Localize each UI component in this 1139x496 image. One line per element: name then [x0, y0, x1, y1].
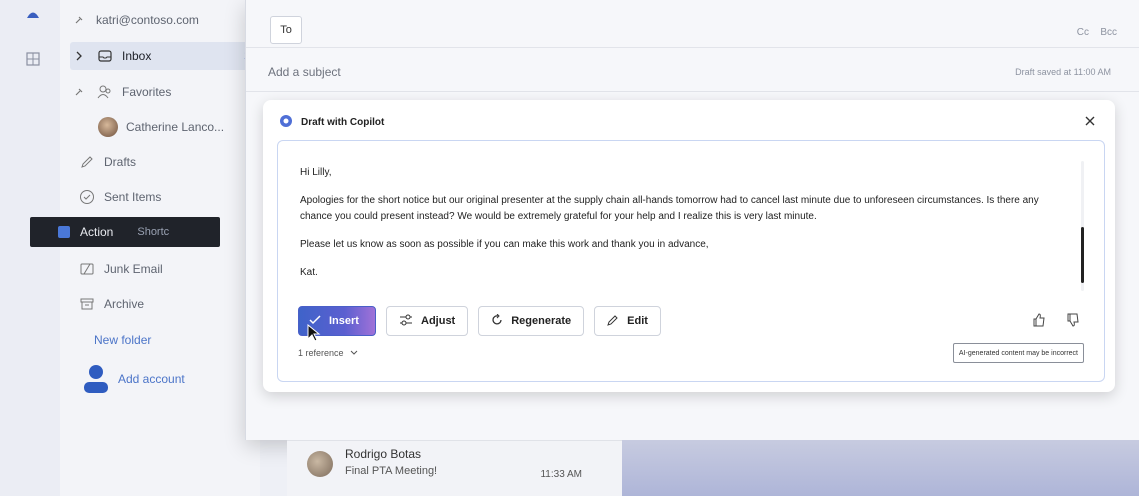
inbox-icon: [96, 47, 114, 65]
pin-icon: [70, 83, 88, 101]
folder-drafts[interactable]: Drafts: [78, 148, 250, 176]
scrollbar-thumb[interactable]: [1081, 227, 1084, 283]
thumbs-up-icon[interactable]: [1030, 311, 1048, 329]
copilot-header: Draft with Copilot: [279, 114, 384, 131]
folder-inbox-label: Inbox: [122, 49, 152, 63]
subject-row[interactable]: Add a subject Draft saved at 11:00 AM: [246, 52, 1139, 92]
draft-signature: Kat.: [300, 267, 318, 278]
favorite-contact-catherine[interactable]: Catherine Lanco...: [98, 113, 250, 141]
action-icon: [58, 226, 70, 238]
folder-pane: katri@contoso.com Inbox 1 Favorites Cath…: [60, 0, 260, 496]
mail-icon[interactable]: [22, 4, 44, 26]
folder-inbox[interactable]: Inbox 1: [70, 42, 250, 70]
message-list-item[interactable]: Rodrigo Botas Final PTA Meeting! 11:33 A…: [287, 440, 622, 496]
archive-icon: [78, 295, 96, 313]
sender-avatar: [307, 451, 333, 477]
reading-pane-background: [622, 440, 1139, 496]
folder-junk-label: Junk Email: [104, 262, 163, 276]
folder-favorites[interactable]: Favorites: [70, 78, 250, 106]
subject-input[interactable]: Add a subject: [268, 65, 341, 79]
draft-closing: Please let us know as soon as possible i…: [300, 239, 709, 250]
message-sender: Rodrigo Botas: [345, 447, 422, 461]
regenerate-label: Regenerate: [511, 315, 572, 327]
close-icon[interactable]: [1081, 112, 1099, 130]
account-header[interactable]: katri@contoso.com: [70, 6, 250, 34]
refresh-icon: [491, 313, 503, 329]
add-account-label: Add account: [118, 372, 185, 386]
to-button[interactable]: To: [270, 16, 302, 44]
feedback-buttons: [1030, 311, 1082, 329]
contact-name: Catherine Lanco...: [126, 120, 225, 134]
sliders-icon: [399, 314, 413, 329]
app-rail: [0, 0, 60, 496]
folder-sent-items[interactable]: Sent Items: [78, 183, 250, 211]
person-icon: [82, 363, 110, 395]
sent-check-icon: [78, 188, 96, 206]
folder-favorites-label: Favorites: [122, 85, 172, 99]
people-icon: [96, 83, 114, 101]
pin-icon: [70, 11, 88, 29]
new-folder-label: New folder: [94, 333, 152, 347]
draft-greeting: Hi Lilly,: [300, 167, 332, 178]
folder-action[interactable]: Action Shortc: [30, 217, 220, 247]
reference-toggle[interactable]: 1 reference: [298, 348, 358, 358]
folder-drafts-label: Drafts: [104, 155, 137, 169]
mouse-cursor-icon: [307, 323, 321, 342]
contact-avatar: [98, 117, 118, 137]
compose-window: To Cc Bcc Add a subject Draft saved at 1…: [245, 0, 1139, 440]
pencil-icon: [78, 153, 96, 171]
draft-text: Hi Lilly, Apologies for the short notice…: [300, 165, 1060, 293]
action-shortcut: Shortc: [137, 226, 170, 238]
new-folder-link[interactable]: New folder: [94, 326, 250, 354]
chevron-down-icon: [350, 348, 358, 358]
folder-archive[interactable]: Archive: [78, 290, 250, 318]
draft-saved-status: Draft saved at 11:00 AM: [1015, 67, 1111, 77]
bcc-button[interactable]: Bcc: [1100, 27, 1117, 38]
to-row: To Cc Bcc: [246, 12, 1139, 48]
message-subject: Final PTA Meeting!: [345, 465, 438, 477]
reference-label: 1 reference: [298, 348, 344, 358]
copilot-title: Draft with Copilot: [301, 117, 385, 128]
account-email: katri@contoso.com: [96, 13, 199, 27]
edit-label: Edit: [627, 315, 648, 327]
copilot-icon: [279, 114, 293, 131]
draft-body: Apologies for the short notice but our o…: [300, 195, 1039, 222]
message-time: 11:33 AM: [540, 469, 582, 480]
junk-icon: [78, 260, 96, 278]
pencil-icon: [607, 314, 619, 329]
folder-archive-label: Archive: [104, 297, 145, 311]
apps-grid-icon[interactable]: [22, 48, 44, 70]
add-account-button[interactable]: Add account: [82, 362, 250, 396]
insert-label: Insert: [329, 315, 359, 327]
copilot-actions: Insert Adjust Regenerate Edit: [298, 306, 661, 336]
adjust-button[interactable]: Adjust: [386, 306, 469, 336]
draft-content-box[interactable]: Hi Lilly, Apologies for the short notice…: [277, 140, 1105, 382]
cc-button[interactable]: Cc: [1077, 27, 1089, 38]
regenerate-button[interactable]: Regenerate: [478, 306, 585, 336]
copilot-draft-card: Draft with Copilot Hi Lilly, Apologies f…: [263, 100, 1115, 392]
chevron-right-icon[interactable]: [70, 47, 88, 65]
folder-sent-label: Sent Items: [104, 190, 162, 204]
adjust-label: Adjust: [421, 315, 456, 327]
ai-disclaimer: AI-generated content may be incorrect: [952, 343, 1084, 363]
action-label: Action: [80, 225, 114, 239]
edit-button[interactable]: Edit: [594, 306, 661, 336]
thumbs-down-icon[interactable]: [1064, 311, 1082, 329]
folder-junk-email[interactable]: Junk Email: [78, 255, 250, 283]
